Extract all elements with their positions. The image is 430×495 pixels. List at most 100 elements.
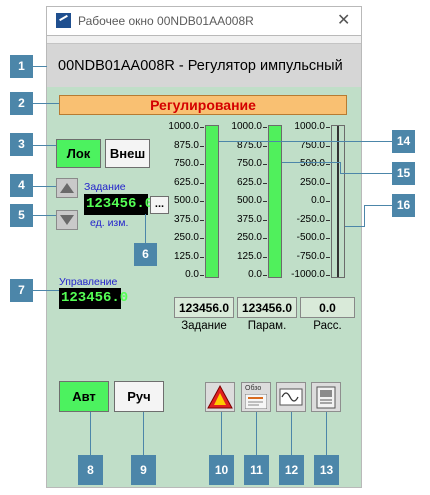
mode-banner: Регулирование (59, 95, 347, 115)
overview-button[interactable]: Обзо (241, 382, 271, 412)
scale-right-tick-label: -500.0 (296, 232, 325, 243)
callout-line-6 (145, 214, 146, 246)
scale-middle-tick-label: 375.0 (236, 213, 262, 225)
callout-5: 5 (10, 204, 33, 227)
callout-line-9 (143, 412, 144, 455)
setpoint-bar (205, 125, 219, 278)
mismatch-bar (331, 125, 345, 278)
callout-7: 7 (10, 279, 33, 302)
scale-left-tick-label: 625.0 (173, 176, 199, 188)
scale-middle-tick-mark (263, 219, 267, 221)
callout-line-15c (340, 173, 392, 174)
parameter-bar (268, 125, 282, 278)
callout-line-13 (326, 412, 327, 455)
scale-left-tick-mark (200, 182, 204, 184)
app-icon (56, 13, 71, 28)
callout-1: 1 (10, 55, 33, 78)
callout-15: 15 (392, 162, 415, 185)
callout-12: 12 (279, 455, 304, 485)
callout-line-16b (364, 205, 365, 227)
setpoint-value-field[interactable]: 123456.0 (84, 194, 153, 215)
auto-button[interactable]: Авт (59, 381, 109, 412)
scale-left-tick-label: 0.0 (185, 269, 199, 280)
scale-left-tick-mark (200, 256, 204, 258)
output-value-field: 123456.0 (59, 288, 128, 309)
callout-line-4 (33, 186, 56, 187)
mismatch-readout-label: Расс. (313, 320, 342, 332)
overview-label: Обзо (245, 385, 262, 392)
close-icon[interactable]: ✕ (337, 10, 350, 30)
scale-left-tick-mark (200, 219, 204, 221)
scale-left-tick-mark (200, 201, 204, 202)
scale-right-tick-mark (326, 182, 330, 184)
callout-line-1 (33, 66, 47, 67)
callout-line-12 (291, 412, 292, 455)
scale-right-tick-label: -1000.0 (291, 269, 325, 280)
setpoint-readout-label: Задание (181, 320, 227, 332)
callout-line-2 (33, 103, 59, 104)
setpoint-decrease-button[interactable] (56, 210, 78, 230)
callout-line-10 (221, 412, 222, 455)
scale-right-tick-label: 0.0 (311, 195, 325, 206)
scale-right-tick-label: -750.0 (296, 250, 325, 262)
scale-left-tick-mark (200, 238, 204, 239)
scale-left-tick-mark (200, 164, 204, 165)
output-label: Управление (59, 276, 118, 288)
scale-right-tick-label: 250.0 (299, 176, 325, 188)
mismatch-readout: 0.0 (300, 297, 355, 318)
parameter-readout-label: Парам. (247, 320, 287, 332)
scale-left-tick-mark (200, 275, 204, 276)
trend-wave-icon (279, 388, 303, 406)
settings-button[interactable] (311, 382, 341, 412)
scale-right-tick-mark (326, 201, 330, 202)
callout-line-15a (282, 162, 340, 163)
page-title: 00NDB01AA008R - Регулятор импульсный (58, 58, 343, 74)
trend-button[interactable] (276, 382, 306, 412)
scale-middle-tick-label: 1000.0 (231, 121, 262, 132)
callout-line-15b (340, 162, 341, 173)
callout-line-5 (33, 215, 56, 216)
external-button[interactable]: Внеш (105, 139, 150, 168)
arrow-down-icon (60, 215, 74, 225)
setpoint-bar-fill (206, 126, 218, 277)
callout-3: 3 (10, 133, 33, 156)
scale-middle-tick-label: 0.0 (248, 269, 262, 280)
callout-13: 13 (314, 455, 339, 485)
setpoint-label: Задание (84, 181, 126, 193)
arrow-up-icon (60, 183, 74, 193)
scale-left-tick-label: 125.0 (173, 250, 199, 262)
scale-left-tick-label: 750.0 (173, 158, 199, 169)
scale-left-tick-label: 1000.0 (168, 121, 199, 132)
scale-left-tick-mark (200, 127, 204, 128)
callout-line-16c (364, 205, 392, 206)
alarm-button[interactable] (205, 382, 235, 412)
mismatch-bar-axis (337, 126, 339, 277)
scale-middle-tick-mark (263, 127, 267, 128)
setpoint-readout: 123456.0 (174, 297, 234, 318)
scale-middle-tick-label: 750.0 (236, 158, 262, 169)
window-title: Рабочее окно 00NDB01AA008R (78, 14, 254, 28)
scale-middle-tick-mark (263, 238, 267, 239)
callout-2: 2 (10, 92, 33, 115)
callout-8: 8 (78, 455, 103, 485)
scale-left-tick-label: 375.0 (173, 213, 199, 225)
scale-middle-tick-mark (263, 201, 267, 202)
scale-middle-tick-mark (263, 145, 267, 147)
local-button[interactable]: Лок (56, 139, 101, 168)
setpoint-increase-button[interactable] (56, 178, 78, 198)
callout-line-7 (33, 290, 59, 291)
scale-right-tick-mark (326, 164, 330, 165)
scale-right-tick-mark (326, 256, 330, 258)
document-icon (245, 394, 267, 409)
scale-right-tick-mark (326, 275, 330, 276)
scale-middle-tick-label: 250.0 (236, 232, 262, 243)
scale-right-tick-mark (326, 127, 330, 128)
scale-middle-tick-mark (263, 182, 267, 184)
parameter-bar-fill (269, 126, 281, 277)
manual-button[interactable]: Руч (114, 381, 164, 412)
scale-right-tick-mark (326, 145, 330, 147)
callout-line-3 (33, 145, 56, 146)
scale-right-tick-label: 1000.0 (294, 121, 325, 132)
scale-left-tick-label: 875.0 (173, 139, 199, 151)
scale-right-tick-label: -250.0 (296, 213, 325, 225)
